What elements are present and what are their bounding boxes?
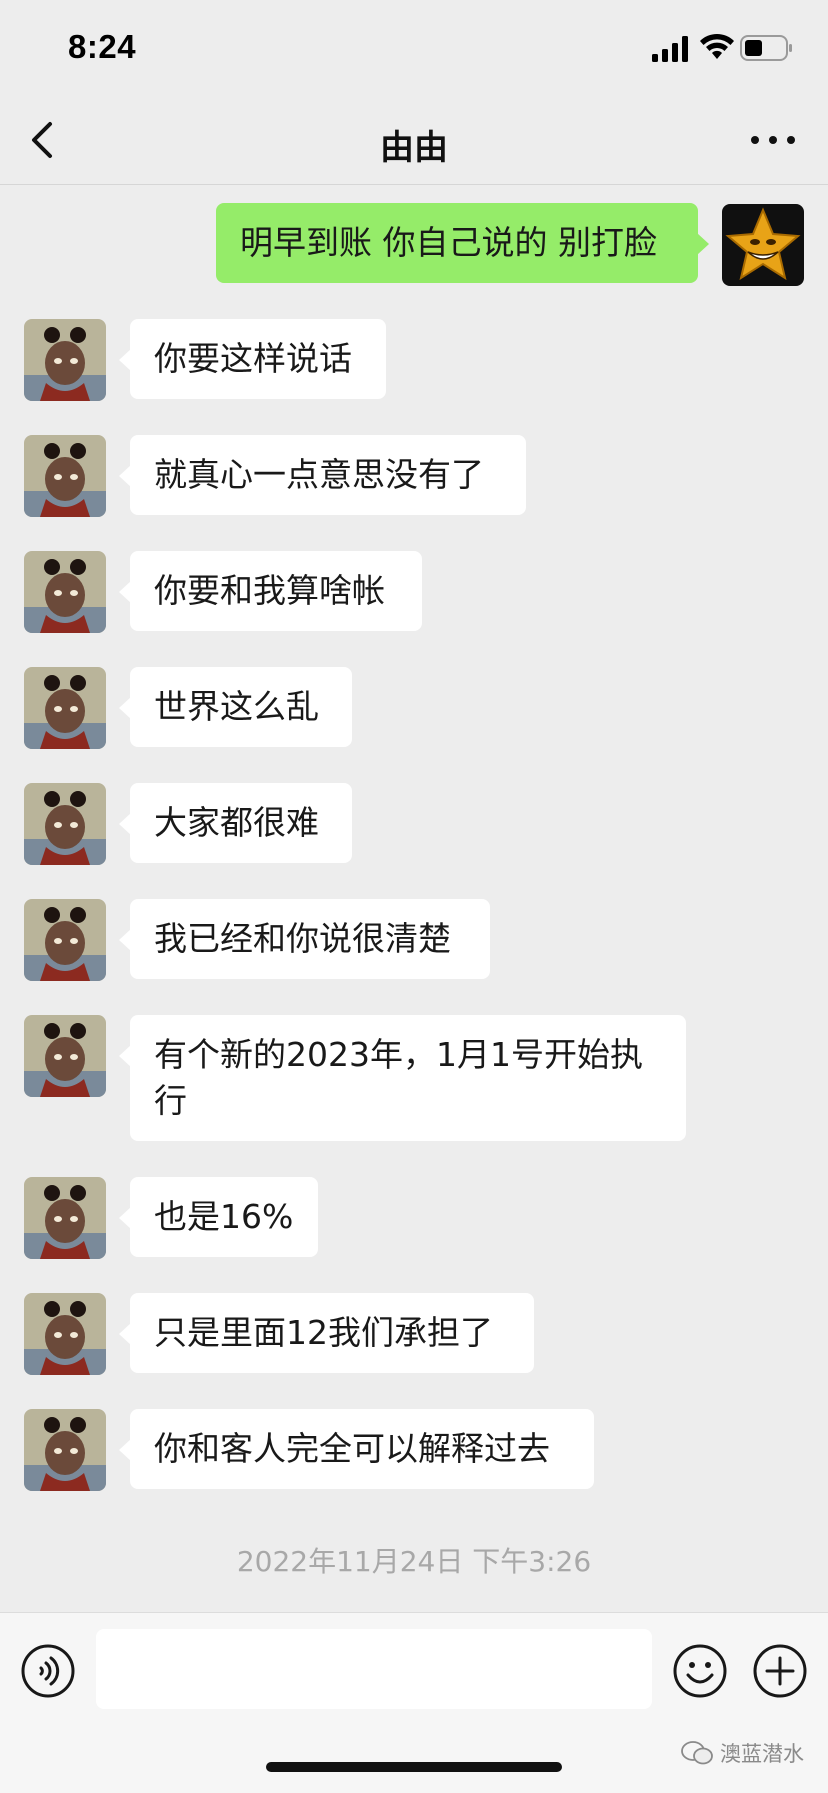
contact-avatar[interactable] xyxy=(24,899,106,981)
contact-avatar[interactable] xyxy=(24,1409,106,1491)
message-bubble-incoming[interactable]: 你和客人完全可以解释过去 xyxy=(119,1409,594,1489)
cartoon-character-avatar-icon xyxy=(24,1177,106,1259)
contact-avatar[interactable] xyxy=(24,551,106,633)
message-bubble-incoming[interactable]: 你要这样说话 xyxy=(119,319,386,399)
message-bubble-incoming[interactable]: 只是里面12我们承担了 xyxy=(119,1293,534,1373)
more-dots-icon[interactable] xyxy=(748,126,798,154)
voice-icon[interactable] xyxy=(20,1643,76,1699)
contact-avatar[interactable] xyxy=(24,1015,106,1097)
message-timestamp: 2022年11月24日 下午3:26 xyxy=(236,1545,592,1578)
chat-title: 由由 xyxy=(380,128,448,168)
message-bubble-incoming[interactable]: 也是16% xyxy=(119,1177,318,1257)
contact-avatar[interactable] xyxy=(24,319,106,401)
battery-icon xyxy=(740,35,792,61)
message-bubble-incoming[interactable]: 大家都很难 xyxy=(119,783,352,863)
contact-avatar[interactable] xyxy=(24,1293,106,1375)
status-bar: 8:24 xyxy=(0,0,828,96)
cartoon-character-avatar-icon xyxy=(24,667,106,749)
chat-header: 由由 xyxy=(0,96,828,185)
chat-logo-icon xyxy=(681,1741,713,1765)
message-bubble-incoming[interactable]: 就真心一点意思没有了 xyxy=(119,435,526,515)
home-indicator[interactable] xyxy=(266,1762,562,1772)
cartoon-character-avatar-icon xyxy=(24,1293,106,1375)
cartoon-character-avatar-icon xyxy=(24,435,106,517)
cartoon-character-avatar-icon xyxy=(24,783,106,865)
status-time: 8:24 xyxy=(68,28,137,65)
contact-avatar[interactable] xyxy=(24,783,106,865)
message-bubble-incoming[interactable]: 世界这么乱 xyxy=(119,667,352,747)
message-bubble-incoming[interactable]: 我已经和你说很清楚 xyxy=(119,899,490,979)
plus-icon[interactable] xyxy=(752,1643,808,1699)
cartoon-character-avatar-icon xyxy=(24,319,106,401)
contact-avatar[interactable] xyxy=(24,1177,106,1259)
watermark: 澳蓝潜水 xyxy=(680,1736,804,1770)
cartoon-character-avatar-icon xyxy=(24,551,106,633)
message-bubble-outgoing[interactable]: 明早到账 你自己说的 别打脸 xyxy=(216,203,709,283)
emoji-icon[interactable] xyxy=(672,1643,728,1699)
cartoon-character-avatar-icon xyxy=(24,899,106,981)
wifi-icon xyxy=(700,33,734,59)
message-bubble-incoming[interactable]: 你要和我算啥帐 xyxy=(119,551,422,631)
cellular-signal-icon xyxy=(652,36,688,62)
cartoon-character-avatar-icon xyxy=(24,1409,106,1491)
my-avatar[interactable] xyxy=(722,204,804,286)
message-bubble-incoming[interactable]: 有个新的2023年，1月1号开始执行 xyxy=(119,1015,686,1141)
watermark-text: 澳蓝潜水 xyxy=(720,1742,804,1766)
message-input[interactable] xyxy=(96,1629,652,1709)
cartoon-character-avatar-icon xyxy=(24,1015,106,1097)
contact-avatar[interactable] xyxy=(24,435,106,517)
contact-avatar[interactable] xyxy=(24,667,106,749)
star-avatar-icon xyxy=(725,207,801,281)
